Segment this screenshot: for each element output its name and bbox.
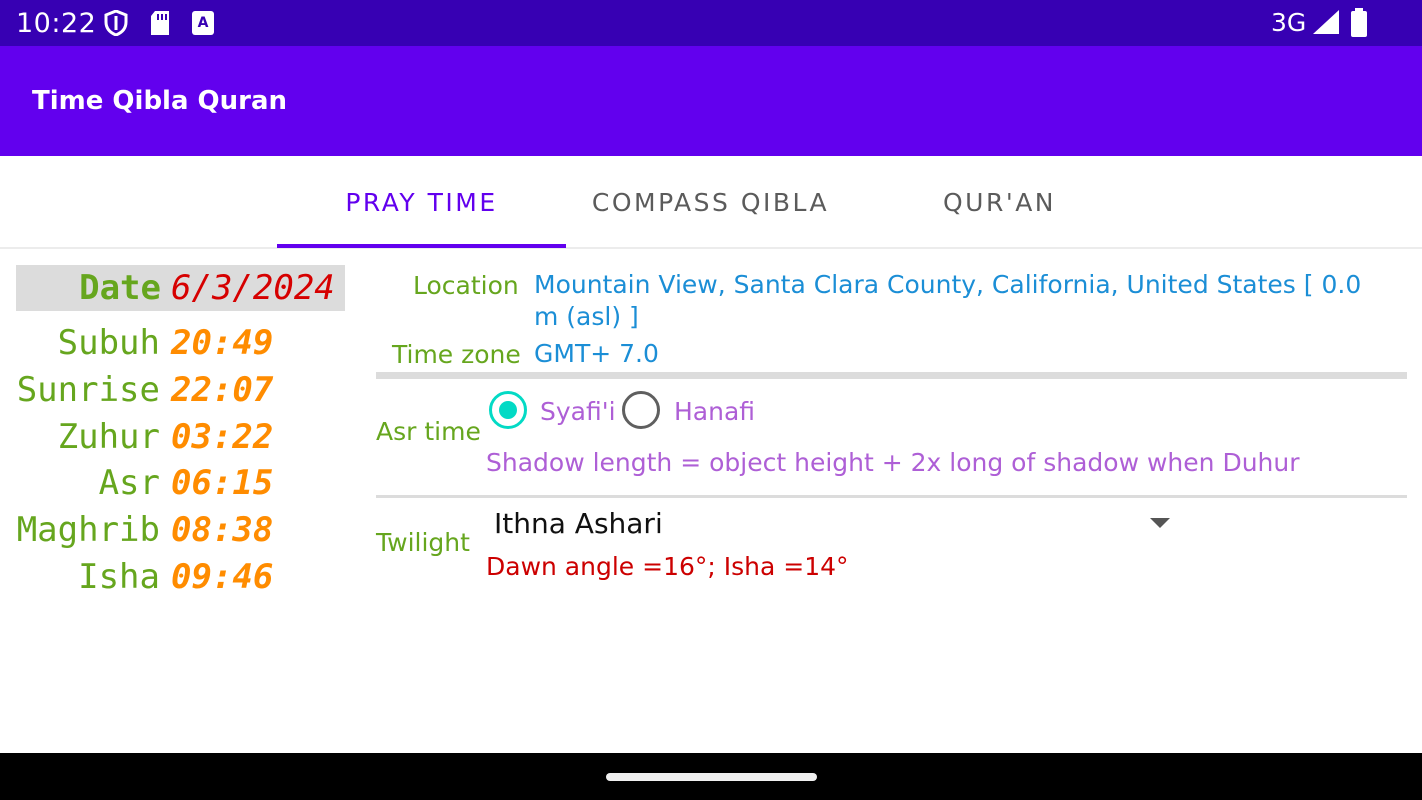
radio-hanafi[interactable] [622, 391, 660, 429]
prayer-name: Subuh [57, 323, 160, 363]
radio-syafii[interactable] [489, 391, 527, 429]
divider [376, 495, 1407, 498]
navigation-bar [0, 753, 1422, 800]
radio-syafii-label[interactable]: Syafi'i [540, 397, 616, 426]
dropdown-arrow-icon[interactable] [1150, 518, 1170, 528]
prayer-name: Isha [78, 557, 160, 597]
asr-description: Shadow length = object height + 2x long … [486, 448, 1300, 477]
sd-card-icon [149, 10, 171, 41]
timezone-label: Time zone [392, 340, 521, 369]
signal-icon [1312, 9, 1340, 40]
location-label: Location [413, 271, 519, 300]
date-label: Date [79, 268, 161, 308]
accessibility-a-icon: A [191, 10, 215, 41]
prayer-row-maghrib: Maghrib 08:38 [0, 510, 345, 557]
battery-icon [1350, 8, 1368, 43]
tab-quran[interactable]: QUR'AN [855, 156, 1144, 249]
timezone-value[interactable]: GMT+ 7.0 [534, 338, 659, 370]
svg-text:A: A [198, 15, 209, 31]
prayer-row-isha: Isha 09:46 [0, 557, 345, 604]
status-time: 10:22 [16, 8, 97, 39]
location-value[interactable]: Mountain View, Santa Clara County, Calif… [534, 269, 1364, 333]
prayer-row-sunrise: Sunrise 22:07 [0, 370, 345, 417]
date-value[interactable]: 6/3/2024 [171, 268, 335, 308]
prayer-name: Zuhur [57, 417, 160, 457]
shield-icon [104, 9, 128, 41]
home-gesture-handle[interactable] [606, 773, 817, 781]
date-row: Date 6/3/2024 [16, 265, 345, 311]
prayer-time: 22:07 [171, 370, 274, 410]
divider [376, 372, 1407, 379]
prayer-row-subuh: Subuh 20:49 [0, 323, 345, 370]
prayer-row-zuhur: Zuhur 03:22 [0, 417, 345, 464]
tab-pray-time[interactable]: PRAY TIME [277, 156, 566, 249]
prayer-name: Maghrib [16, 510, 160, 550]
prayer-time: 06:15 [171, 463, 274, 503]
prayer-name: Sunrise [16, 370, 160, 410]
prayer-row-asr: Asr 06:15 [0, 463, 345, 510]
app-title: Time Qibla Quran [32, 86, 288, 116]
tab-compass-qibla[interactable]: COMPASS QIBLA [566, 156, 855, 249]
network-type: 3G [1271, 8, 1307, 37]
twilight-dropdown[interactable]: Ithna Ashari [494, 507, 663, 540]
prayer-time: 08:38 [171, 510, 274, 550]
asr-time-label: Asr time [376, 417, 481, 446]
prayer-time: 09:46 [171, 557, 274, 597]
prayer-time: 03:22 [171, 417, 274, 457]
prayer-name: Asr [98, 463, 160, 503]
tab-bar: PRAY TIME COMPASS QIBLA QUR'AN [0, 156, 1422, 249]
app-bar: Time Qibla Quran [0, 46, 1422, 156]
tab-indicator [277, 244, 566, 248]
prayer-time: 20:49 [171, 323, 274, 363]
radio-hanafi-label[interactable]: Hanafi [674, 397, 755, 426]
twilight-description: Dawn angle =16°; Isha =14° [486, 552, 849, 581]
twilight-label: Twilight [376, 528, 470, 557]
status-bar: 10:22 A 3G [0, 0, 1422, 46]
